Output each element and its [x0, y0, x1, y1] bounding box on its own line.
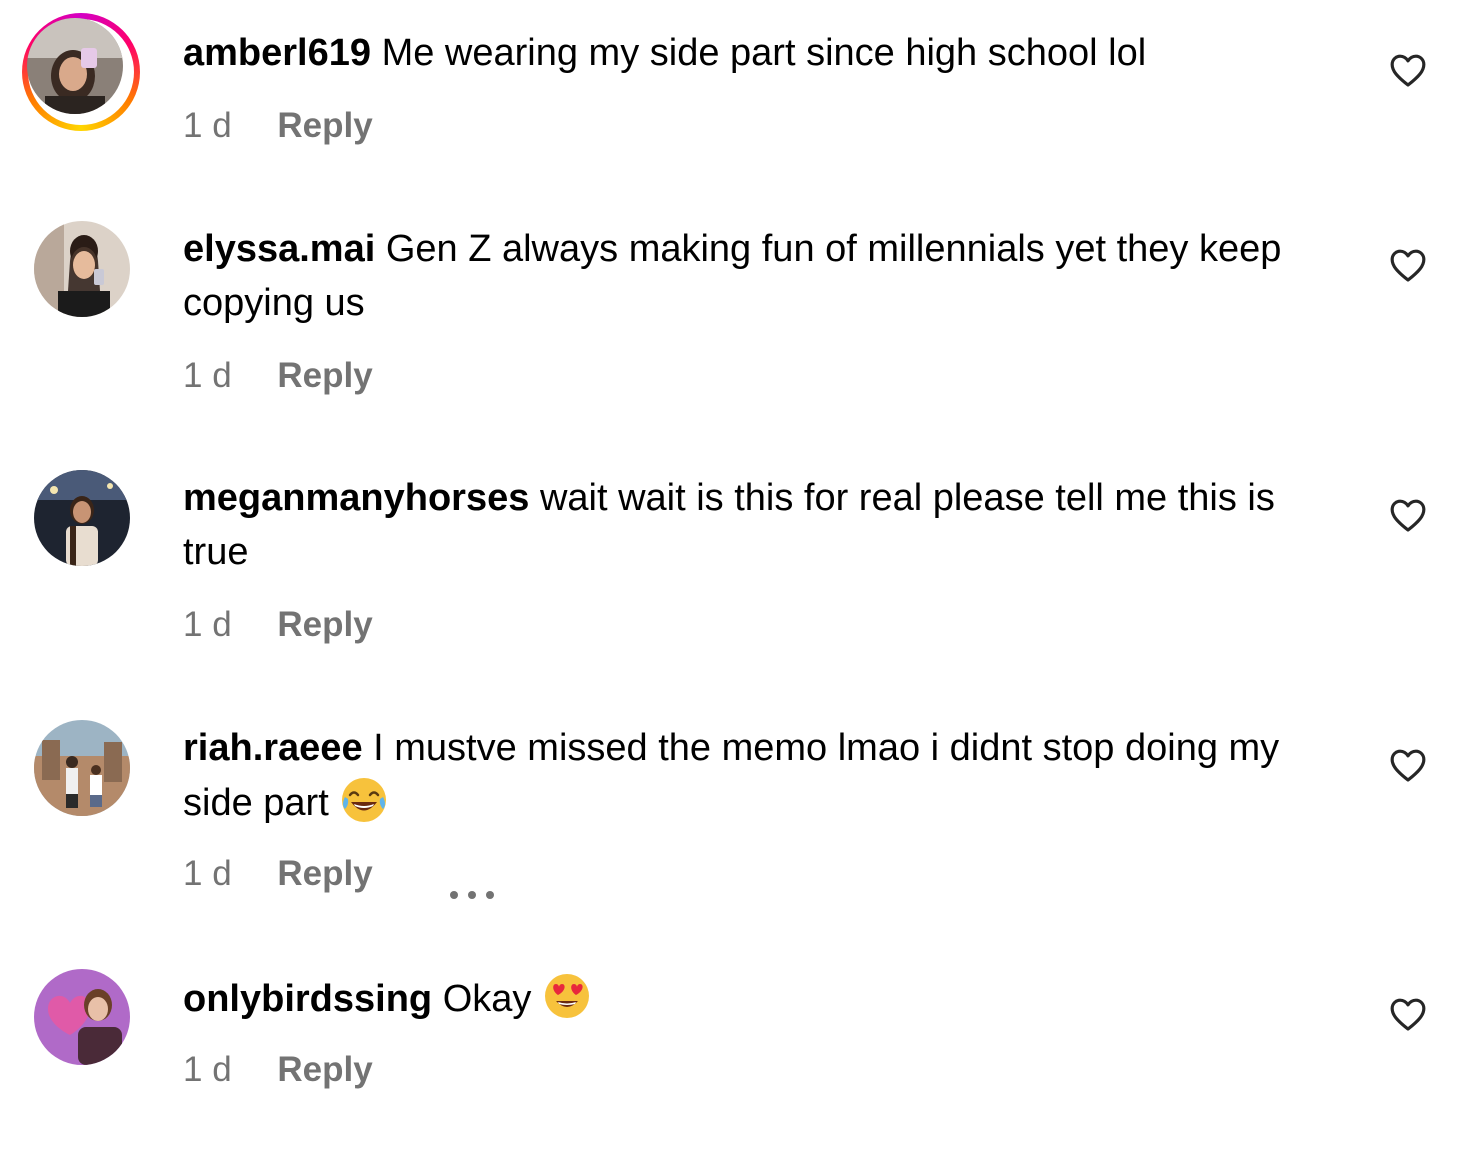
heart-outline-icon[interactable] — [1389, 747, 1427, 783]
comment-body: Me wearing my side part since high schoo… — [381, 32, 1147, 74]
heart-outline-icon[interactable] — [1389, 497, 1427, 533]
comment-item: elyssa.mai Gen Z always making fun of mi… — [0, 190, 1458, 440]
comment-body: Okay — [442, 978, 532, 1020]
comment-text: elyssa.mai Gen Z always making fun of mi… — [183, 222, 1343, 330]
comment-username[interactable]: riah.raeee — [183, 727, 363, 769]
comment-age: 1 d — [183, 1050, 232, 1089]
avatar-story-ring[interactable] — [22, 13, 140, 131]
heart-eyes-emoji — [542, 971, 592, 1021]
comment-username[interactable]: meganmanyhorses — [183, 477, 529, 519]
avatar[interactable] — [34, 969, 130, 1065]
comment-age: 1 d — [183, 106, 232, 145]
avatar[interactable] — [34, 720, 130, 816]
comment-age: 1 d — [183, 605, 232, 644]
comment-text: meganmanyhorses wait wait is this for re… — [183, 471, 1343, 579]
reply-button[interactable]: Reply — [277, 106, 372, 146]
comment-text: onlybirdssing Okay — [183, 971, 1343, 1026]
reply-button[interactable]: Reply — [277, 1050, 372, 1090]
more-options-icon[interactable] — [448, 870, 496, 899]
comment-item: meganmanyhorses wait wait is this for re… — [0, 440, 1458, 690]
avatar[interactable] — [34, 221, 130, 317]
comment-meta: 1 d Reply — [183, 605, 373, 645]
comment-item: onlybirdssing Okay 1 d Reply — [0, 940, 1458, 1166]
comment-username[interactable]: elyssa.mai — [183, 228, 375, 270]
comment-meta: 1 d Reply — [183, 106, 373, 146]
comment-meta: 1 d Reply — [183, 854, 496, 899]
comment-meta: 1 d Reply — [183, 1050, 373, 1090]
comment-username[interactable]: onlybirdssing — [183, 978, 432, 1020]
comment-item: amberl619 Me wearing my side part since … — [0, 0, 1458, 190]
comment-meta: 1 d Reply — [183, 356, 373, 396]
comment-age: 1 d — [183, 356, 232, 395]
comment-text: riah.raeee I mustve missed the memo lmao… — [183, 721, 1343, 830]
reply-button[interactable]: Reply — [277, 356, 372, 396]
tears-of-joy-emoji — [339, 775, 389, 825]
comment-text: amberl619 Me wearing my side part since … — [183, 26, 1343, 80]
comment-username[interactable]: amberl619 — [183, 32, 371, 74]
comment-item: riah.raeee I mustve missed the memo lmao… — [0, 690, 1458, 940]
avatar — [27, 18, 123, 114]
heart-outline-icon[interactable] — [1389, 996, 1427, 1032]
avatar[interactable] — [34, 470, 130, 566]
comment-age: 1 d — [183, 854, 232, 893]
heart-outline-icon[interactable] — [1389, 247, 1427, 283]
heart-outline-icon[interactable] — [1389, 52, 1427, 88]
reply-button[interactable]: Reply — [277, 605, 372, 645]
reply-button[interactable]: Reply — [277, 854, 372, 894]
